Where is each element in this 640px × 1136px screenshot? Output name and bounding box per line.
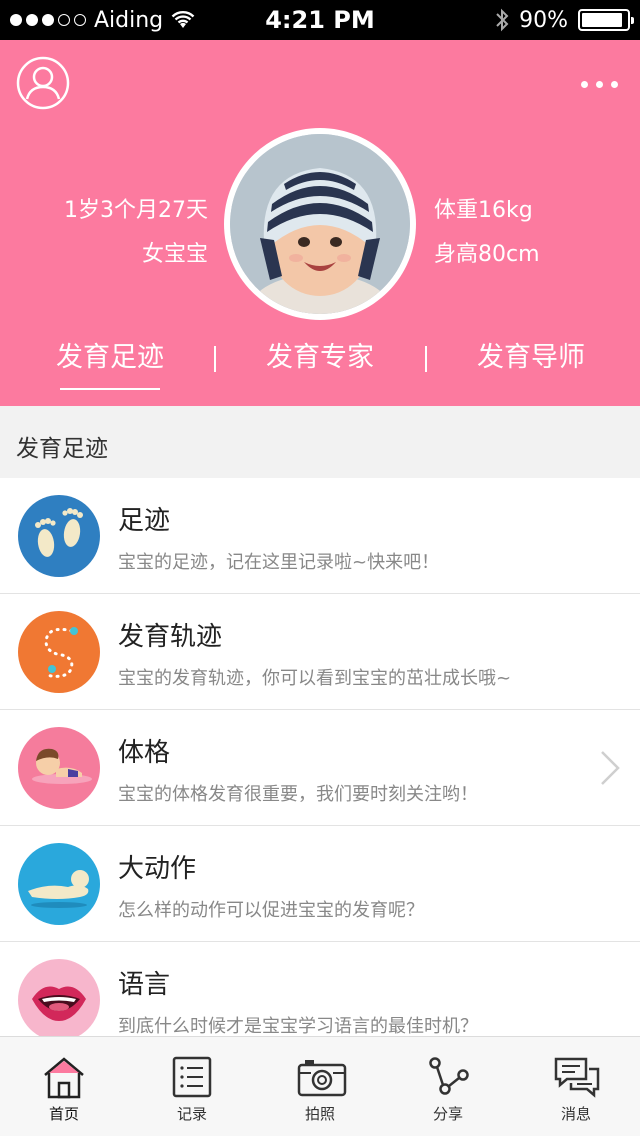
user-profile-icon[interactable] — [16, 56, 70, 110]
list-item-gross-motor[interactable]: 大动作 怎么样的动作可以促进宝宝的发育呢？ — [0, 826, 640, 942]
list-item-description: 到底什么时候才是宝宝学习语言的最佳时机？ — [118, 1016, 478, 1037]
list-item-footprints[interactable]: 足迹 宝宝的足迹，记在这里记录啦~快来吧！ — [0, 478, 640, 594]
share-icon — [429, 1057, 469, 1095]
baby-lying-icon — [18, 843, 100, 925]
tabbar-item-camera[interactable]: 拍照 — [256, 1037, 384, 1136]
list-item-title: 语言 — [118, 970, 171, 1000]
status-right: 90% — [495, 0, 634, 40]
tabbar-label: 消息 — [560, 1105, 591, 1123]
footprints-icon — [18, 495, 100, 577]
list-item-description: 宝宝的足迹，记在这里记录啦~快来吧！ — [118, 552, 440, 573]
chevron-right-icon[interactable] — [598, 750, 622, 786]
more-options-button[interactable] — [578, 72, 620, 96]
list-item-description: 怎么样的动作可以促进宝宝的发育呢？ — [118, 900, 424, 921]
tabbar-label: 记录 — [176, 1105, 207, 1123]
list-item-description: 宝宝的体格发育很重要，我们要时刻关注哟！ — [118, 784, 478, 805]
status-bar: Aiding 4:21 PM 90% — [0, 0, 640, 40]
battery-icon — [578, 9, 634, 31]
list-item-description: 宝宝的发育轨迹，你可以看到宝宝的茁壮成长哦~ — [118, 668, 512, 689]
tabbar-label: 首页 — [48, 1105, 79, 1123]
battery-percent: 90% — [519, 7, 568, 33]
header-tabs: 发育足迹 发育专家 发育导师 — [0, 336, 640, 392]
list-item-title: 发育轨迹 — [118, 622, 223, 652]
tabbar-label: 拍照 — [304, 1105, 335, 1123]
baby-gender: 女宝宝 — [141, 242, 208, 267]
feature-list: 足迹 宝宝的足迹，记在这里记录啦~快来吧！ 发育轨迹 宝宝的发育轨迹，你可以看到… — [0, 478, 640, 1058]
avatar-photo — [230, 134, 410, 314]
more-dot-icon — [595, 80, 603, 88]
tab-divider — [214, 346, 216, 372]
section-title: 发育足迹 — [0, 420, 640, 478]
list-item-growth-track[interactable]: 发育轨迹 宝宝的发育轨迹，你可以看到宝宝的茁壮成长哦~ — [0, 594, 640, 710]
bottom-tab-bar: 首页 记录 拍照 分享 消息 — [0, 1036, 640, 1136]
baby-avatar[interactable] — [224, 128, 416, 320]
message-icon — [554, 1057, 600, 1098]
more-dot-icon — [580, 80, 588, 88]
lips-icon — [18, 959, 100, 1041]
tabbar-label: 分享 — [432, 1105, 463, 1123]
battery-level — [582, 13, 622, 27]
tab-development-mentors[interactable]: 发育导师 — [441, 336, 621, 380]
list-item-title: 大动作 — [118, 854, 197, 884]
bluetooth-icon — [496, 8, 509, 32]
tabbar-item-messages[interactable]: 消息 — [512, 1037, 640, 1136]
tabbar-item-home[interactable]: 首页 — [0, 1037, 128, 1136]
growth-track-icon — [18, 611, 100, 693]
baby-profile-header: 1岁3个月27天 女宝宝 体重16kg 身高80cm 发育足迹 发育专家 发育导… — [0, 40, 640, 406]
tabbar-item-records[interactable]: 记录 — [128, 1037, 256, 1136]
tabbar-item-share[interactable]: 分享 — [384, 1037, 512, 1136]
baby-age: 1岁3个月27天 — [64, 198, 208, 223]
app-screen: Aiding 4:21 PM 90% 1岁3个月27天 女宝宝 体重16kg 身… — [0, 0, 640, 1136]
baby-weight: 体重16kg — [434, 198, 533, 223]
list-item-physique[interactable]: 体格 宝宝的体格发育很重要，我们要时刻关注哟！ — [0, 710, 640, 826]
tab-development-experts[interactable]: 发育专家 — [230, 336, 410, 380]
baby-height: 身高80cm — [434, 242, 540, 267]
list-item-title: 体格 — [118, 738, 171, 768]
more-dot-icon — [610, 80, 618, 88]
baby-crawling-icon — [18, 727, 100, 809]
home-icon — [44, 1057, 84, 1099]
tab-development-footprints[interactable]: 发育足迹 — [20, 336, 200, 390]
list-item-title: 足迹 — [118, 506, 171, 536]
camera-icon — [297, 1060, 347, 1097]
tab-divider — [425, 346, 427, 372]
list-icon — [172, 1056, 212, 1098]
